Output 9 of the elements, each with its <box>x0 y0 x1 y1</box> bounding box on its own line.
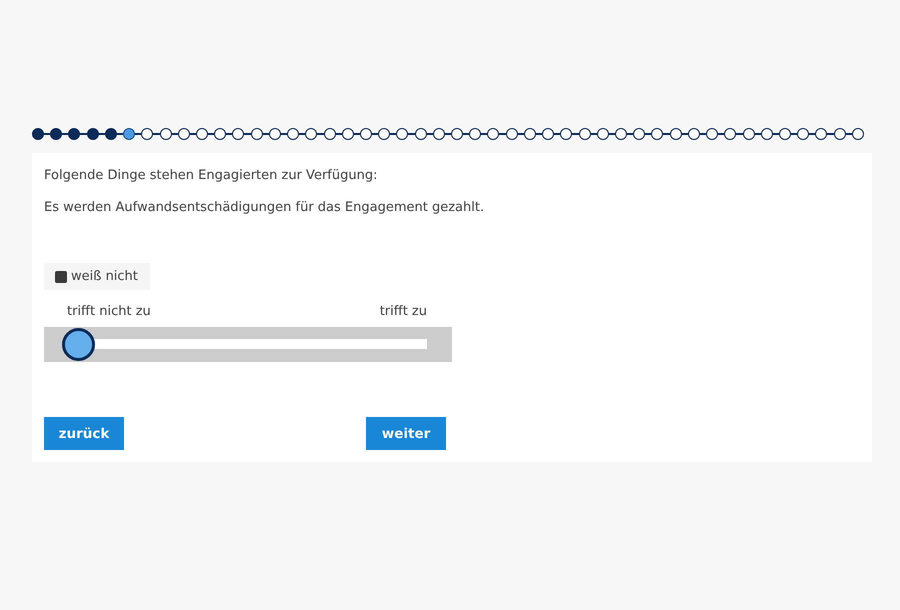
slider-thumb[interactable] <box>62 328 95 361</box>
back-button[interactable]: zurück <box>44 417 124 450</box>
intro-text: Folgende Dinge stehen Engagierten zur Verfügung: <box>44 168 378 183</box>
slider-track[interactable] <box>44 327 452 362</box>
scale-label: trifft zu <box>380 304 427 319</box>
scale-label: trifft nicht zu <box>67 304 151 319</box>
dont-know-checkbox[interactable]: weiß nicht <box>44 263 150 290</box>
next-button[interactable]: weiter <box>366 417 446 450</box>
statement-text: Es werden Aufwandsentschädigungen für das Engagement gezahlt. <box>44 200 486 215</box>
